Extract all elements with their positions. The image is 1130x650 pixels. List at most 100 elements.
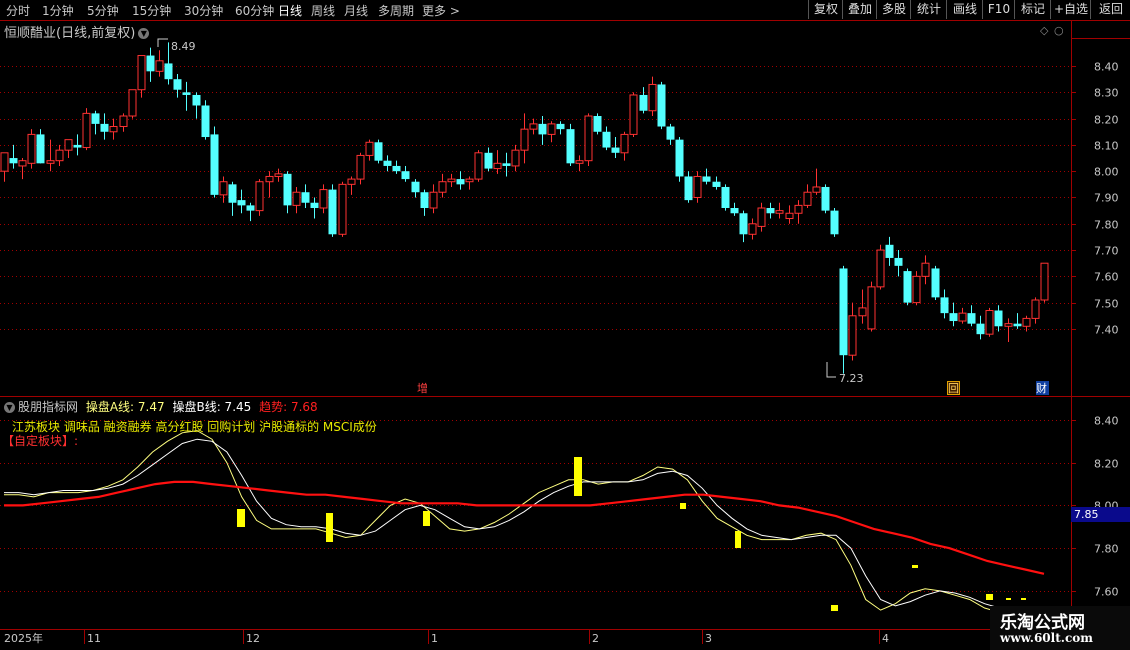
candle-body-down <box>192 94 201 106</box>
candle-body-down <box>611 147 620 153</box>
chevron-down-icon[interactable]: ▼ <box>138 28 150 39</box>
candle-body-down <box>994 310 1003 327</box>
candle-body-up <box>575 160 584 164</box>
indicator-header: ▼ 股朋指标网 操盘A线: 7.47 操盘B线: 7.45 趋势: 7.68 <box>4 398 318 415</box>
candle-body-down <box>556 123 565 130</box>
candle-body-up <box>55 149 64 162</box>
candle-body-down <box>392 165 401 172</box>
candle-body-up <box>775 210 784 214</box>
candle-body-down <box>666 126 675 140</box>
chevron-down-icon[interactable]: ▼ <box>4 402 15 413</box>
candle-body-up <box>465 178 474 183</box>
candle-body-down <box>712 181 721 187</box>
indicator-name[interactable]: 股朋指标网 <box>18 400 78 414</box>
line-b-label: 操盘B线: 7.45 <box>172 400 252 414</box>
price-tick-label: 7.90 <box>1094 192 1119 205</box>
watermark-url: www.60lt.com <box>1000 631 1093 645</box>
candle-body-up <box>803 191 812 206</box>
candle-body-up <box>1040 262 1049 301</box>
date-month-12: 12 <box>246 632 260 645</box>
diamond-icon[interactable]: ◇ <box>1040 24 1049 37</box>
high-price-label: 8.49 <box>171 40 196 53</box>
signal-bar <box>1021 598 1026 600</box>
signal-bar <box>423 511 430 526</box>
candle-body-down <box>903 271 912 303</box>
candle-body-up <box>46 160 55 164</box>
candle-body-up <box>365 141 374 156</box>
candle-body-down <box>702 176 711 182</box>
candle-body-down <box>164 63 173 80</box>
candle-body-up <box>921 262 930 277</box>
candle-body-up <box>319 189 328 209</box>
date-month-1: 1 <box>431 632 438 645</box>
low-price-label: 7.23 <box>839 372 864 385</box>
indicator-tick-label: 7.80 <box>1094 543 1119 556</box>
candle-body-down <box>310 202 319 208</box>
candle-body-up <box>757 207 766 227</box>
candle-body-down <box>976 323 985 335</box>
candle-body-up <box>447 178 456 183</box>
badge-hui[interactable]: 回 <box>948 382 959 395</box>
candle-body-down <box>383 160 392 166</box>
price-tick-label: 7.50 <box>1094 298 1119 311</box>
candle-body-down <box>839 268 848 356</box>
badge-zeng[interactable]: 增 <box>417 381 428 395</box>
candle-body-up <box>985 310 994 335</box>
candle-body-down <box>401 171 410 180</box>
candle-body-down <box>9 158 18 164</box>
candle-body-up <box>82 112 91 149</box>
candle-body-down <box>766 208 775 214</box>
price-tick-label: 7.60 <box>1094 271 1119 284</box>
stock-title[interactable]: 恒顺醋业(日线,前复权) ▼ <box>4 22 150 41</box>
indicator-tick-label: 7.60 <box>1094 586 1119 599</box>
candle-body-up <box>265 175 274 183</box>
candle-body-down <box>73 144 82 148</box>
signal-bar <box>680 503 686 509</box>
candle-body-down <box>502 163 511 166</box>
candle-body-up <box>785 212 794 220</box>
candle-body-up <box>693 175 702 198</box>
price-axis-ticks: 7.40 7.50 7.60 7.70 7.80 7.90 8.00 8.10 8.20 8.30… <box>1071 61 1119 337</box>
signal-bar <box>237 509 245 527</box>
candle-body-up <box>0 152 9 172</box>
candle-body-up <box>64 139 73 151</box>
date-month-3: 3 <box>705 632 712 645</box>
candle-body-up <box>18 160 27 167</box>
candle-body-down <box>721 186 730 208</box>
candle-body-up <box>876 249 885 288</box>
candle-body-up <box>794 204 803 214</box>
candle-body-down <box>675 139 684 177</box>
candle-body-up <box>812 186 821 193</box>
low-marker <box>826 362 836 378</box>
watermark-title: 乐淘公式网 <box>1000 613 1085 633</box>
badge-cai[interactable]: 财 <box>1036 381 1047 395</box>
candle-body-up <box>27 133 36 164</box>
candle-body-down <box>602 131 611 148</box>
indicator-tick-label: 8.20 <box>1094 458 1119 471</box>
candle-body-up <box>748 223 757 235</box>
candle-body-down <box>538 123 547 135</box>
candle-body-up <box>529 123 538 130</box>
candle-body-down <box>100 123 109 132</box>
trend-label: 趋势: 7.68 <box>259 400 318 414</box>
candle-body-up <box>128 89 137 117</box>
more-icon[interactable]: ○ <box>1054 24 1064 37</box>
candle-body-down <box>328 189 337 235</box>
price-tick-label: 8.00 <box>1094 166 1119 179</box>
candle-body-down <box>967 313 976 324</box>
price-tick-label: 8.40 <box>1094 61 1119 74</box>
price-tick-label: 7.70 <box>1094 245 1119 258</box>
price-tick-label: 7.80 <box>1094 219 1119 232</box>
candle-body-up <box>137 55 146 91</box>
candle-body-down <box>283 173 292 206</box>
candle-body-up <box>155 60 164 72</box>
candle-body-down <box>739 213 748 235</box>
candle-body-down <box>182 92 191 95</box>
candle-body-up <box>958 312 967 322</box>
candle-body-down <box>730 208 739 214</box>
candle-body-down <box>657 84 666 127</box>
indicator-lines <box>4 430 1045 624</box>
candle-body-up <box>1031 299 1040 319</box>
candle-body-up <box>867 286 876 330</box>
date-year: 2025年 <box>4 631 43 645</box>
